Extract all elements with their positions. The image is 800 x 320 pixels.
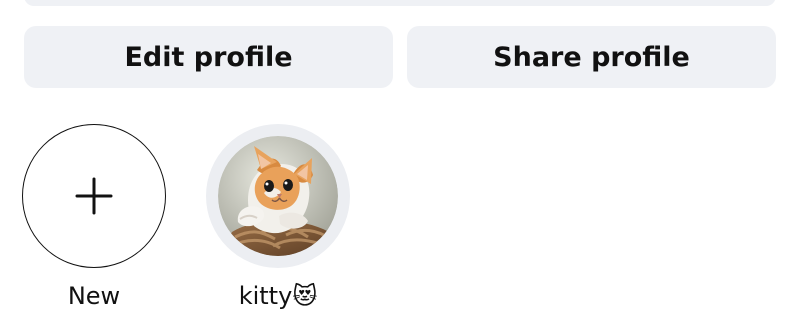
- kitty-highlight-ring[interactable]: [206, 124, 350, 268]
- top-profile-card-edge: [24, 0, 776, 6]
- profile-actions: Edit profile Share profile: [24, 26, 776, 88]
- edit-profile-button[interactable]: Edit profile: [24, 26, 393, 88]
- new-highlight-label: New: [67, 282, 121, 310]
- new-highlight-button[interactable]: [22, 124, 166, 268]
- kitty-highlight-label: kitty😻: [238, 282, 318, 310]
- cat-photo: [218, 136, 338, 256]
- new-highlight-item[interactable]: New: [20, 124, 168, 310]
- share-profile-button[interactable]: Share profile: [407, 26, 776, 88]
- kitty-highlight-item[interactable]: kitty😻: [204, 124, 352, 310]
- profile-highlights-screen: Edit profile Share profile New kitty😻: [0, 0, 800, 320]
- plus-icon: [75, 177, 113, 215]
- story-highlights: New kitty😻: [20, 124, 352, 310]
